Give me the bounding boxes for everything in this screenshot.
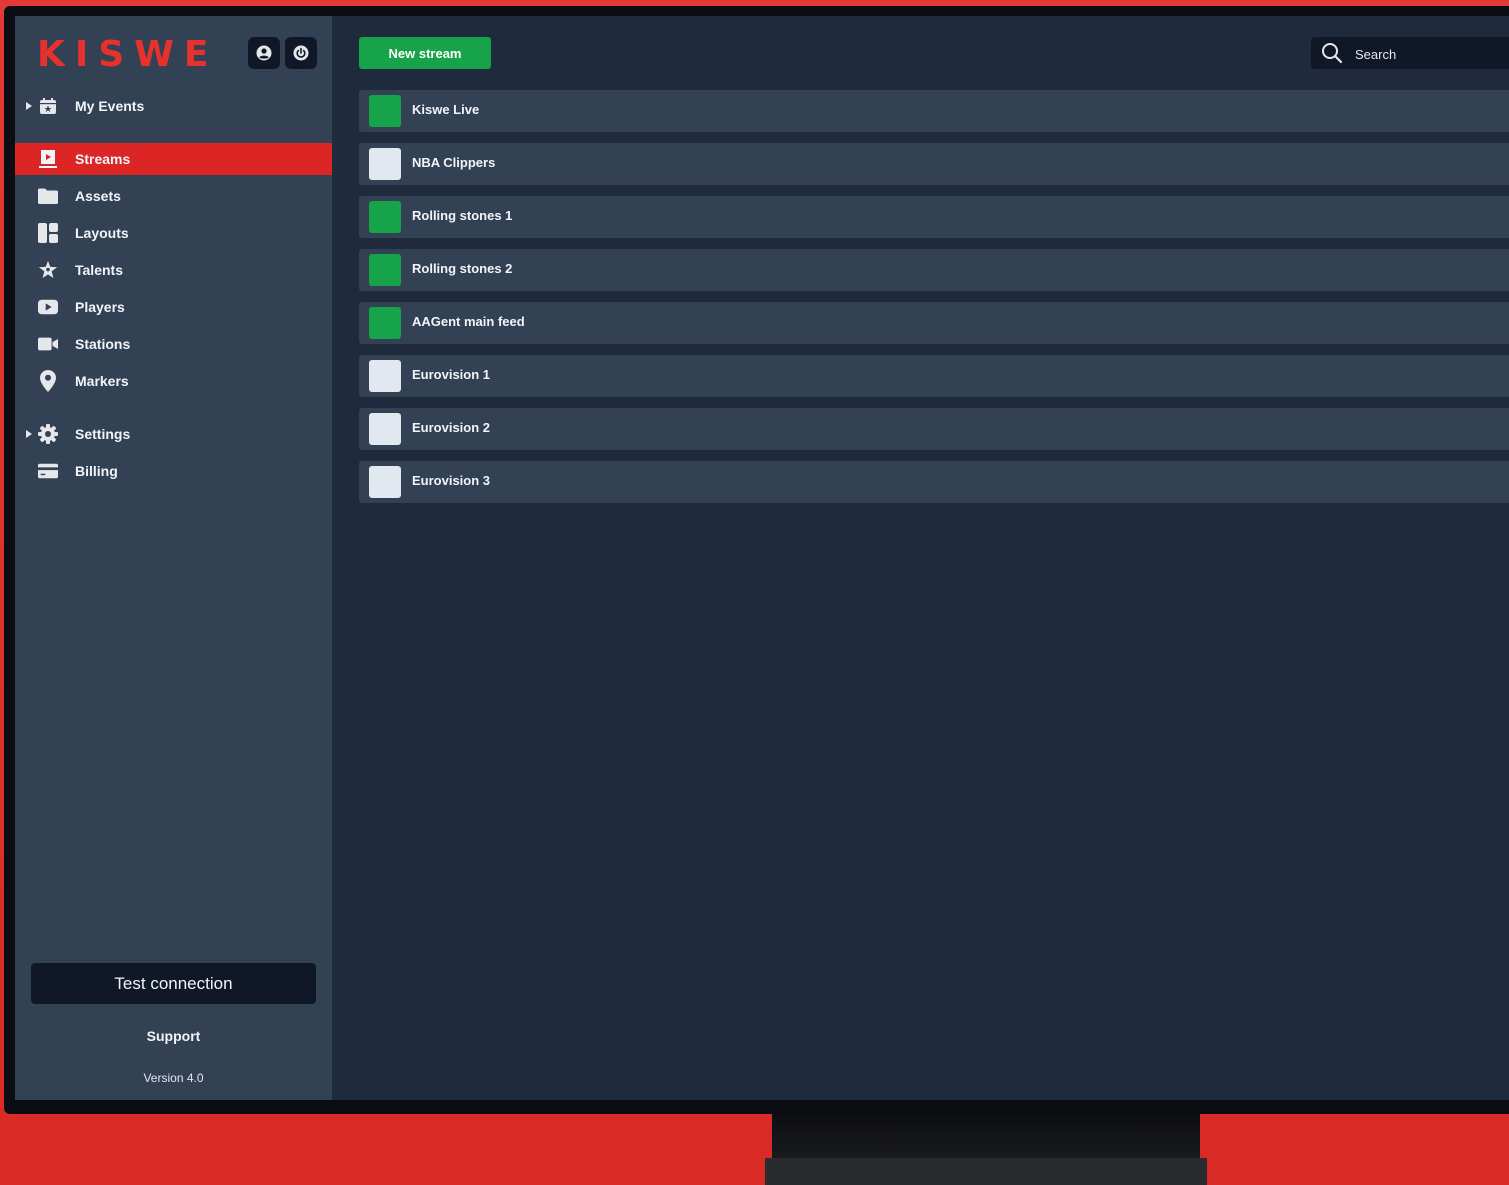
stream-name: AAGent main feed <box>412 314 525 329</box>
search-icon <box>1322 43 1343 64</box>
support-link[interactable]: Support <box>15 1028 332 1044</box>
search-box <box>1311 37 1509 69</box>
stream-status-indicator <box>369 360 401 392</box>
power-icon <box>293 45 309 61</box>
stream-row[interactable]: Eurovision 1 <box>359 355 1509 397</box>
sidebar-item-label: Talents <box>75 262 123 278</box>
stream-row[interactable]: Rolling stones 1 <box>359 196 1509 238</box>
layout-grid-icon <box>38 223 58 243</box>
stream-status-indicator <box>369 307 401 339</box>
sidebar-item-settings[interactable]: Settings <box>15 418 332 450</box>
sidebar-item-assets[interactable]: Assets <box>15 180 332 212</box>
monitor-stand-base <box>765 1158 1207 1185</box>
sidebar-item-label: Streams <box>75 151 131 167</box>
stream-name: Rolling stones 2 <box>412 261 513 276</box>
profile-button[interactable] <box>248 37 280 69</box>
stream-row[interactable]: Eurovision 2 <box>359 408 1509 450</box>
stream-name: Rolling stones 1 <box>412 208 513 223</box>
search-input[interactable] <box>1353 43 1507 65</box>
stream-name: Eurovision 1 <box>412 367 491 382</box>
user-icon <box>256 45 272 61</box>
sidebar-item-billing[interactable]: Billing <box>15 455 332 487</box>
stream-name: Eurovision 3 <box>412 473 491 488</box>
sidebar: KISWE My Events Streams Assets Layouts T… <box>15 16 332 1100</box>
sidebar-item-label: Players <box>75 299 125 315</box>
version-label: Version 4.0 <box>143 1071 204 1085</box>
stream-screen-icon <box>38 149 58 169</box>
stream-row[interactable]: AAGent main feed <box>359 302 1509 344</box>
sidebar-item-players[interactable]: Players <box>15 291 332 323</box>
sidebar-item-label: Stations <box>75 336 131 352</box>
stream-status-indicator <box>369 148 401 180</box>
sidebar-item-stations[interactable]: Stations <box>15 328 332 360</box>
stream-status-indicator <box>369 95 401 127</box>
stream-name: Kiswe Live <box>412 102 480 117</box>
stream-status-indicator <box>369 254 401 286</box>
caret-right-icon[interactable] <box>26 430 32 438</box>
test-connection-button[interactable]: Test connection <box>31 963 316 1004</box>
power-button[interactable] <box>285 37 317 69</box>
stream-row[interactable]: Eurovision 3 <box>359 461 1509 503</box>
stream-status-indicator <box>369 201 401 233</box>
sidebar-item-label: Settings <box>75 426 131 442</box>
credit-card-icon <box>38 461 58 481</box>
stream-status-indicator <box>369 413 401 445</box>
new-stream-button[interactable]: New stream <box>359 37 491 69</box>
stream-row[interactable]: NBA Clippers <box>359 143 1509 185</box>
stream-row[interactable]: Kiswe Live <box>359 90 1509 132</box>
sidebar-item-label: Markers <box>75 373 129 389</box>
sidebar-item-streams[interactable]: Streams <box>15 143 332 175</box>
star-person-icon <box>38 260 58 280</box>
stream-name: Eurovision 2 <box>412 420 491 435</box>
kiswe-logo: KISWE <box>37 34 219 75</box>
caret-right-icon[interactable] <box>26 102 32 110</box>
app-screen: KISWE My Events Streams Assets Layouts T… <box>15 16 1509 1100</box>
sidebar-item-label: My Events <box>75 98 145 114</box>
stream-status-indicator <box>369 466 401 498</box>
map-pin-icon <box>38 370 58 392</box>
calendar-star-icon <box>38 96 58 116</box>
sidebar-item-label: Layouts <box>75 225 129 241</box>
sidebar-item-talents[interactable]: Talents <box>15 254 332 286</box>
sidebar-item-label: Billing <box>75 463 118 479</box>
stream-row[interactable]: Rolling stones 2 <box>359 249 1509 291</box>
sidebar-item-layouts[interactable]: Layouts <box>15 217 332 249</box>
sidebar-item-my-events[interactable]: My Events <box>15 90 332 122</box>
play-icon <box>38 297 58 317</box>
sidebar-item-label: Assets <box>75 188 121 204</box>
stream-name: NBA Clippers <box>412 155 496 170</box>
video-camera-icon <box>38 334 58 354</box>
gear-icon <box>38 424 58 444</box>
folder-icon <box>38 186 58 206</box>
sidebar-item-markers[interactable]: Markers <box>15 365 332 397</box>
